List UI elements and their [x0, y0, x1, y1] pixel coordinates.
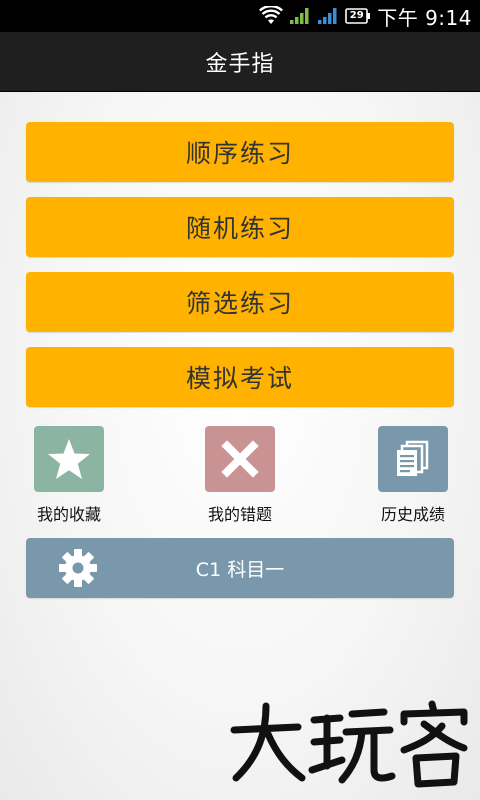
status-bar: 29 下午 9:14: [0, 0, 480, 32]
battery-icon: 29: [345, 8, 371, 24]
menu-button-label: 筛选练习: [185, 289, 294, 318]
shortcut-label: 我的收藏: [36, 505, 101, 524]
wrong-questions-shortcut[interactable]: 我的错题: [190, 426, 290, 526]
subject-selector-button[interactable]: C1 科目一: [26, 538, 454, 598]
favorites-tile[interactable]: [34, 426, 104, 492]
sequential-practice-button[interactable]: 顺序练习: [26, 122, 454, 182]
battery-level: 29: [349, 10, 364, 21]
close-icon: [221, 440, 259, 478]
wifi-icon: [259, 6, 284, 26]
signal-strength-icon: [289, 7, 311, 25]
shortcut-label: 我的错题: [207, 505, 272, 524]
wrong-questions-tile[interactable]: [205, 426, 275, 492]
star-icon: [48, 439, 90, 479]
history-scores-shortcut[interactable]: 历史成绩: [363, 426, 463, 526]
watermark-logo: [228, 700, 473, 790]
menu-button-label: 模拟考试: [185, 364, 294, 393]
history-scores-tile[interactable]: [378, 426, 448, 492]
status-time: 下午 9:14: [377, 5, 472, 30]
shortcut-label: 历史成绩: [380, 505, 445, 524]
documents-icon: [397, 440, 429, 476]
filter-practice-button[interactable]: 筛选练习: [26, 272, 454, 332]
mock-exam-button[interactable]: 模拟考试: [26, 347, 454, 407]
favorites-shortcut[interactable]: 我的收藏: [19, 426, 119, 526]
subject-label: C1 科目一: [195, 558, 285, 581]
app-title: 金手指: [205, 51, 275, 77]
title-bar: 金手指: [0, 32, 480, 92]
random-practice-button[interactable]: 随机练习: [26, 197, 454, 257]
menu-button-label: 随机练习: [185, 214, 294, 243]
menu-button-label: 顺序练习: [185, 139, 294, 168]
signal-strength-icon-2: [317, 7, 339, 25]
